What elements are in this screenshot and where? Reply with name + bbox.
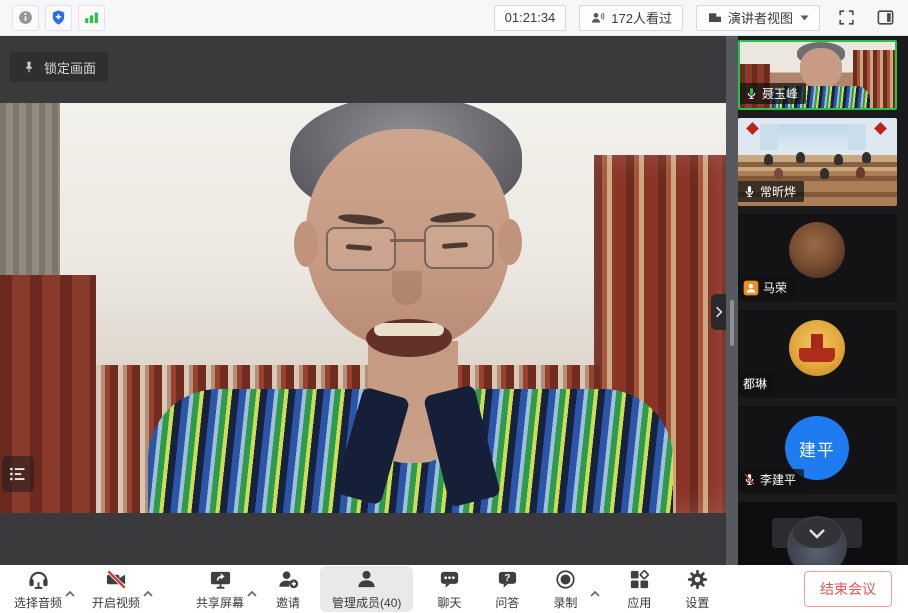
record-options-chevron[interactable] bbox=[587, 580, 603, 598]
participant-tile[interactable]: 建平 李建平 bbox=[738, 406, 897, 494]
toolbar-item-label: 开启视频 bbox=[92, 594, 140, 611]
invite-person-icon bbox=[277, 568, 300, 591]
toolbar-item-label: 选择音频 bbox=[14, 594, 62, 611]
sidebar-scrollbar[interactable] bbox=[726, 36, 738, 565]
toolbar-item-label: 共享屏幕 bbox=[196, 594, 244, 611]
toolbar-item-settings[interactable]: 设置 bbox=[675, 566, 719, 612]
mic-icon bbox=[743, 185, 756, 198]
participant-name-chip: 常昕烨 bbox=[738, 181, 804, 202]
participant-tile[interactable]: 常昕烨 bbox=[738, 118, 897, 206]
participant-sidebar: 聂玉峰 常昕烨 bbox=[738, 36, 908, 565]
avatar-initials: 建平 bbox=[799, 436, 835, 461]
pin-view-label: 锁定画面 bbox=[44, 58, 96, 77]
speaker-video-frame bbox=[0, 103, 726, 513]
participant-name: 常昕烨 bbox=[760, 183, 796, 200]
signal-bars-icon bbox=[83, 9, 100, 26]
participant-avatar bbox=[789, 222, 845, 278]
participant-avatar bbox=[789, 320, 845, 376]
security-button[interactable] bbox=[45, 5, 72, 31]
toolbar-item-qa[interactable]: ? 问答 bbox=[485, 566, 529, 612]
toolbar-item-video[interactable]: 开启视频 bbox=[92, 566, 140, 612]
headset-icon bbox=[27, 568, 50, 591]
fullscreen-icon bbox=[837, 8, 856, 27]
toolbar-item-label: 邀请 bbox=[276, 594, 300, 611]
chevron-right-icon bbox=[715, 305, 723, 319]
toolbar-item-chat[interactable]: 聊天 bbox=[427, 566, 471, 612]
pin-view-button[interactable]: 锁定画面 bbox=[10, 52, 108, 82]
side-panel-toggle-button[interactable] bbox=[872, 5, 898, 31]
mic-muted-icon bbox=[743, 473, 756, 486]
layout-view-icon bbox=[707, 10, 723, 26]
pin-icon bbox=[22, 59, 36, 75]
viewer-count-label: 172人看过 bbox=[611, 8, 672, 27]
toolbar-item-apps[interactable]: 应用 bbox=[617, 566, 661, 612]
stage: 锁定画面 bbox=[0, 36, 908, 565]
meeting-timer: 01:21:34 bbox=[494, 5, 567, 31]
top-bar: 01:21:34 172人看过 演讲者视图 bbox=[0, 0, 908, 36]
svg-text:?: ? bbox=[504, 573, 510, 584]
camera-off-icon bbox=[105, 568, 128, 591]
toolbar-item-invite[interactable]: 邀请 bbox=[266, 566, 310, 612]
viewer-count-button[interactable]: 172人看过 bbox=[579, 5, 683, 31]
share-screen-icon bbox=[209, 568, 232, 591]
timer-value: 01:21:34 bbox=[505, 10, 556, 25]
participant-tile[interactable]: 都琳 bbox=[738, 310, 897, 398]
caption-list-button[interactable] bbox=[2, 456, 34, 492]
scrollbar-thumb[interactable] bbox=[730, 300, 734, 346]
info-icon bbox=[17, 9, 34, 26]
meeting-info-button[interactable] bbox=[12, 5, 39, 31]
apps-grid-icon bbox=[628, 568, 651, 591]
main-speaker-video[interactable]: 锁定画面 bbox=[0, 36, 726, 565]
chat-bubble-icon bbox=[438, 568, 461, 591]
toolbar-item-share-screen[interactable]: 共享屏幕 bbox=[196, 566, 244, 612]
toolbar-item-label: 应用 bbox=[627, 594, 651, 611]
toolbar-item-manage-members[interactable]: 管理成员(40) bbox=[320, 566, 413, 612]
qa-bubble-icon: ? bbox=[496, 568, 519, 591]
participant-name: 李建平 bbox=[760, 471, 796, 488]
toolbar-item-audio[interactable]: 选择音频 bbox=[14, 566, 62, 612]
meeting-window: 01:21:34 172人看过 演讲者视图 bbox=[0, 0, 908, 613]
toolbar-item-label: 录制 bbox=[553, 594, 577, 611]
network-quality-button[interactable] bbox=[78, 5, 105, 31]
participant-name: 都琳 bbox=[743, 375, 767, 392]
participant-tile-active-speaker[interactable]: 聂玉峰 bbox=[738, 40, 897, 110]
view-mode-label: 演讲者视图 bbox=[728, 8, 793, 27]
collapse-sidebar-handle[interactable] bbox=[711, 294, 726, 330]
end-meeting-button[interactable]: 结束会议 bbox=[804, 571, 892, 607]
gear-icon bbox=[686, 568, 709, 591]
toolbar-item-label: 管理成员(40) bbox=[332, 594, 401, 611]
share-options-chevron[interactable] bbox=[244, 580, 260, 598]
phone-audio-icon bbox=[743, 280, 759, 296]
toolbar-item-label: 聊天 bbox=[437, 594, 461, 611]
mic-on-icon bbox=[745, 87, 758, 100]
participant-name: 聂玉峰 bbox=[762, 85, 798, 102]
participant-name: 马荣 bbox=[763, 279, 787, 296]
audience-icon bbox=[590, 10, 606, 26]
list-icon bbox=[8, 464, 28, 484]
participant-tile[interactable]: 马荣 bbox=[738, 214, 897, 302]
fullscreen-button[interactable] bbox=[833, 5, 859, 31]
participant-name-chip: 马荣 bbox=[738, 277, 795, 298]
participant-name-chip: 都琳 bbox=[738, 373, 775, 394]
participant-name-chip: 聂玉峰 bbox=[740, 83, 806, 104]
side-panel-icon bbox=[876, 8, 895, 27]
view-mode-dropdown[interactable]: 演讲者视图 bbox=[696, 5, 820, 31]
person-icon bbox=[355, 568, 378, 591]
shield-icon bbox=[50, 9, 67, 26]
toolbar-item-label: 设置 bbox=[685, 594, 709, 611]
toolbar-item-label: 问答 bbox=[495, 594, 519, 611]
record-icon bbox=[554, 568, 577, 591]
audio-options-chevron[interactable] bbox=[62, 580, 78, 598]
toolbar-item-record[interactable]: 录制 bbox=[543, 566, 587, 612]
scroll-down-button[interactable] bbox=[772, 518, 862, 548]
participant-tile-partial[interactable] bbox=[738, 502, 897, 565]
chevron-down-icon bbox=[800, 15, 809, 21]
video-options-chevron[interactable] bbox=[140, 580, 156, 598]
bottom-toolbar: 选择音频 开启视频 共享屏幕 邀请 bbox=[0, 565, 908, 613]
chevron-down-icon bbox=[808, 528, 826, 539]
participant-name-chip: 李建平 bbox=[738, 469, 804, 490]
